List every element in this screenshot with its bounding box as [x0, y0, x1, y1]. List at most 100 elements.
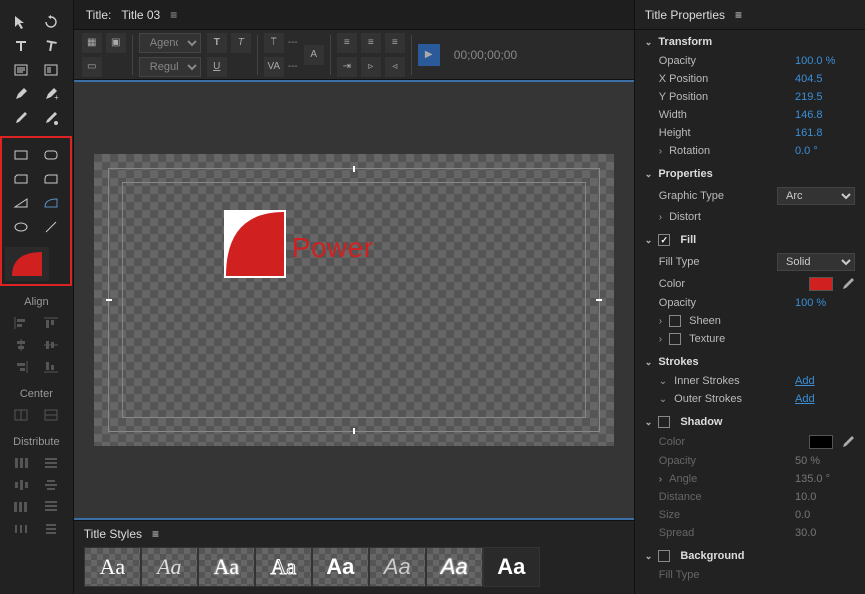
eyedropper-icon[interactable]	[841, 435, 855, 449]
strokes-section-header[interactable]: ⌄Strokes	[635, 352, 865, 372]
fill-opacity-value[interactable]: 100 %	[795, 297, 855, 309]
distort-label[interactable]: Distort	[669, 211, 855, 223]
shadow-section-header[interactable]: ⌄Shadow	[635, 412, 865, 432]
props-panel-menu-icon[interactable]: ≡	[735, 8, 742, 22]
rotation-value[interactable]: 0.0 °	[795, 145, 855, 157]
dist-even-v-icon[interactable]	[40, 520, 62, 538]
transform-section-header[interactable]: ⌄Transform	[635, 32, 865, 52]
sheen-checkbox[interactable]	[669, 315, 681, 327]
height-value[interactable]: 161.8	[795, 127, 855, 139]
tab-next-icon[interactable]: ▹	[361, 57, 381, 77]
font-size-icon[interactable]: ⟙	[264, 33, 284, 53]
color-picker-icon[interactable]	[39, 108, 63, 128]
rotate-tool-icon[interactable]	[39, 12, 63, 32]
kerning-value[interactable]: ---	[288, 61, 298, 72]
texture-checkbox[interactable]	[669, 333, 681, 345]
video-preview-icon[interactable]: ▶	[418, 44, 440, 66]
properties-section-header[interactable]: ⌄Properties	[635, 164, 865, 184]
title-safe-margin	[122, 182, 586, 418]
style-swatch[interactable]: Aa	[255, 547, 312, 587]
style-swatch[interactable]: Aa	[198, 547, 255, 587]
width-value[interactable]: 146.8	[795, 109, 855, 121]
panel-menu-icon[interactable]: ≡	[170, 8, 177, 22]
style-swatch[interactable]: Aa	[141, 547, 198, 587]
shadow-checkbox[interactable]	[658, 416, 670, 428]
rounded-clip-tool-icon[interactable]	[39, 169, 63, 189]
template-icon[interactable]: ▦	[82, 33, 102, 53]
align-left-text-icon[interactable]: ≡	[337, 33, 357, 53]
dist-right-icon[interactable]	[10, 498, 32, 516]
align-right-text-icon[interactable]: ≡	[385, 33, 405, 53]
fill-section-header[interactable]: ⌄Fill	[635, 230, 865, 250]
title-canvas[interactable]: Power	[94, 154, 614, 446]
inner-strokes-add-link[interactable]: Add	[795, 375, 855, 387]
background-checkbox[interactable]	[658, 550, 670, 562]
send-back-icon[interactable]: ▭	[82, 57, 102, 77]
align-bottom-icon[interactable]	[40, 358, 62, 376]
center-horizontal-icon[interactable]	[40, 406, 62, 424]
canvas-area[interactable]: Power	[74, 80, 634, 520]
xpos-value[interactable]: 404.5	[795, 73, 855, 85]
path-type-tool-icon[interactable]	[39, 60, 63, 80]
title-text-object[interactable]: Power	[292, 232, 374, 264]
rounded-rect-tool-icon[interactable]	[39, 145, 63, 165]
selection-tool-icon[interactable]	[9, 12, 33, 32]
tab-prev-icon[interactable]: ◃	[385, 57, 405, 77]
kerning-icon[interactable]: VA	[264, 57, 284, 77]
graphic-type-select[interactable]: Arc	[777, 187, 855, 205]
arc-shape-object[interactable]	[224, 210, 286, 278]
shape-tools-group	[0, 136, 72, 286]
center-vertical-icon[interactable]	[10, 406, 32, 424]
timecode[interactable]: 00;00;00;00	[454, 48, 517, 62]
style-swatch[interactable]: Aa	[84, 547, 141, 587]
rectangle-tool-icon[interactable]	[9, 145, 33, 165]
align-vcenter-icon[interactable]	[40, 336, 62, 354]
align-top-icon[interactable]	[40, 314, 62, 332]
wedge-tool-icon[interactable]	[9, 193, 33, 213]
styles-panel-menu-icon[interactable]: ≡	[152, 527, 159, 541]
ellipse-tool-icon[interactable]	[9, 217, 33, 237]
dist-left-icon[interactable]	[10, 454, 32, 472]
arc-tool-icon[interactable]	[39, 193, 63, 213]
vertical-type-tool-icon[interactable]	[39, 36, 63, 56]
fill-type-select[interactable]: Solid	[777, 253, 855, 271]
clipped-rect-tool-icon[interactable]	[9, 169, 33, 189]
ypos-value[interactable]: 219.5	[795, 91, 855, 103]
type-tool-icon[interactable]	[9, 36, 33, 56]
pen-tool-icon[interactable]	[9, 84, 33, 104]
style-swatch[interactable]: Aa	[312, 547, 369, 587]
font-family-select[interactable]: Agency...	[139, 33, 201, 53]
fill-checkbox[interactable]	[658, 234, 670, 246]
bold-icon[interactable]: T	[207, 33, 227, 53]
align-left-icon[interactable]	[10, 314, 32, 332]
roll-crawl-icon[interactable]: ▣	[106, 33, 126, 53]
add-anchor-tool-icon[interactable]: +	[39, 84, 63, 104]
align-right-icon[interactable]	[10, 358, 32, 376]
outer-strokes-add-link[interactable]: Add	[795, 393, 855, 405]
font-weight-select[interactable]: Regular	[139, 57, 201, 77]
font-size-value[interactable]: ---	[288, 37, 298, 48]
style-swatch[interactable]: Aa	[483, 547, 540, 587]
style-swatch[interactable]: Aa	[426, 547, 483, 587]
tab-stops-icon[interactable]: ⇥	[337, 57, 357, 77]
background-section-header[interactable]: ⌄Background	[635, 546, 865, 566]
dist-hcenter-icon[interactable]	[10, 476, 32, 494]
underline-icon[interactable]: U	[207, 57, 227, 77]
dist-vcenter-icon[interactable]	[40, 476, 62, 494]
dist-top-icon[interactable]	[40, 454, 62, 472]
area-type-tool-icon[interactable]	[9, 60, 33, 80]
opacity-value[interactable]: 100.0 %	[795, 55, 855, 67]
align-center-text-icon[interactable]: ≡	[361, 33, 381, 53]
shadow-color-swatch[interactable]	[809, 435, 833, 449]
line-tool-icon[interactable]	[39, 217, 63, 237]
fill-color-swatch[interactable]	[809, 277, 833, 291]
dist-even-h-icon[interactable]	[10, 520, 32, 538]
style-swatch[interactable]: Aa	[369, 547, 426, 587]
dist-bottom-icon[interactable]	[40, 498, 62, 516]
leading-icon[interactable]: A	[304, 45, 324, 65]
italic-icon[interactable]: T	[231, 33, 251, 53]
align-hcenter-icon[interactable]	[10, 336, 32, 354]
shadow-color-label: Color	[659, 436, 805, 448]
eyedropper-icon[interactable]	[841, 277, 855, 291]
eyedropper-icon[interactable]	[9, 108, 33, 128]
